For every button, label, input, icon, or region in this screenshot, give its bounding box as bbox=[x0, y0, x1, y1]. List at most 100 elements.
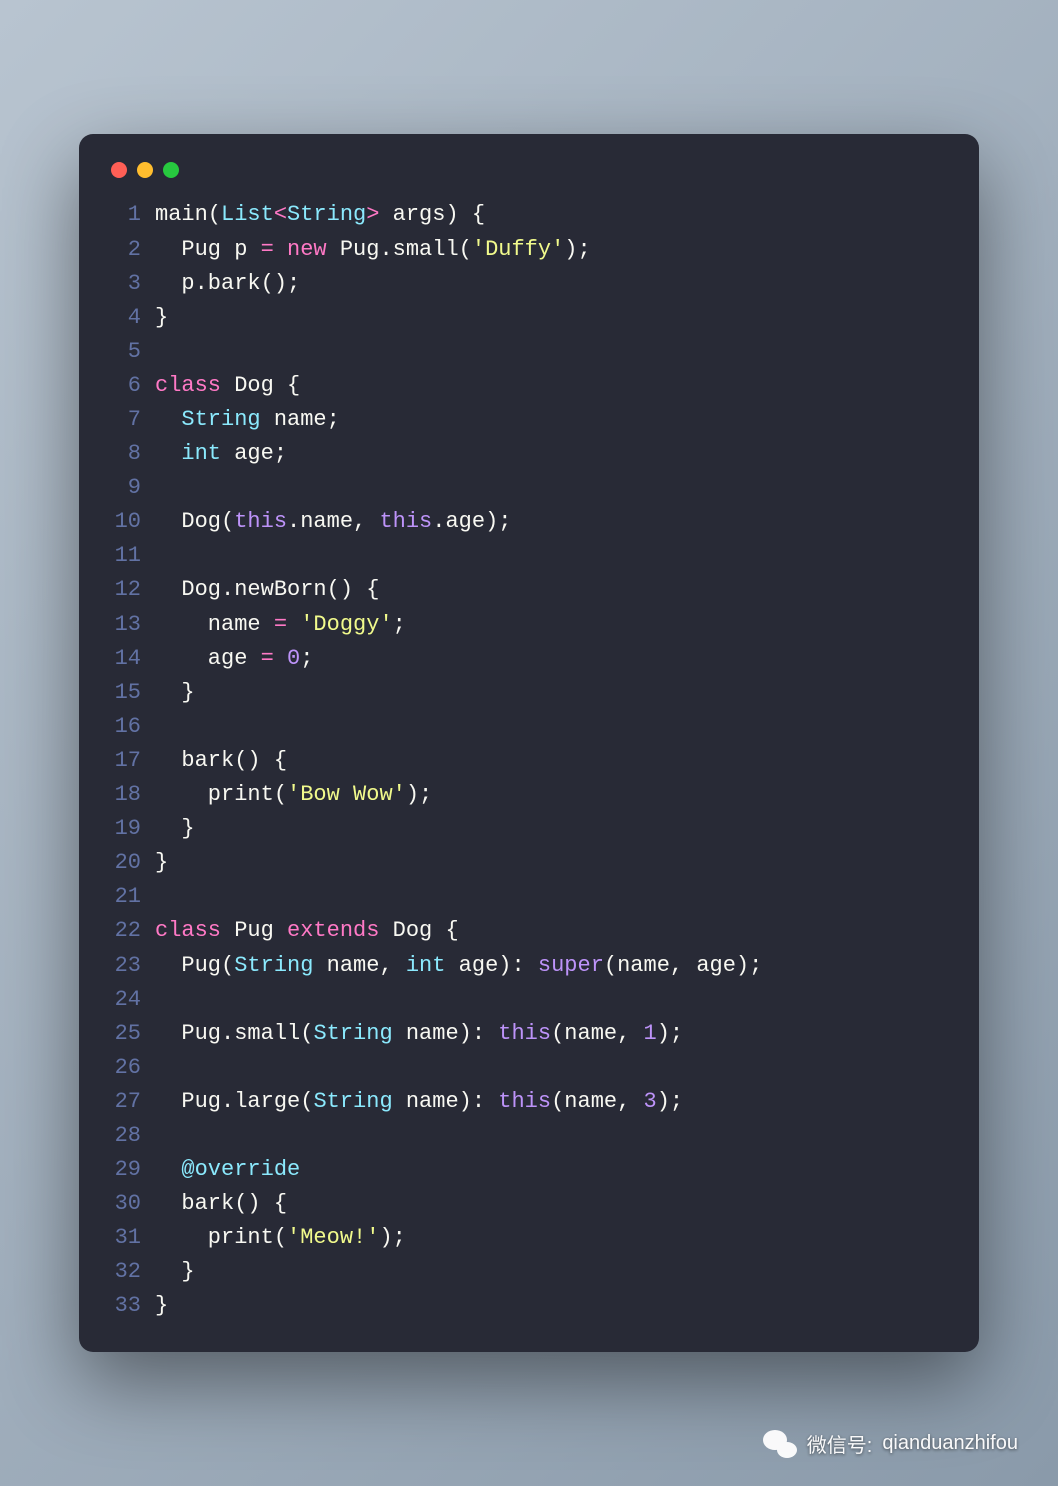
code-window: 1main(List<String> args) {2 Pug p = new … bbox=[79, 134, 979, 1351]
line-number: 5 bbox=[107, 335, 155, 369]
code-line[interactable]: 33} bbox=[107, 1289, 951, 1323]
line-number: 31 bbox=[107, 1221, 155, 1255]
code-line[interactable]: 20} bbox=[107, 846, 951, 880]
watermark-label: 微信号: bbox=[807, 1429, 873, 1458]
line-content: bark() { bbox=[155, 1187, 287, 1221]
line-number: 17 bbox=[107, 744, 155, 778]
line-number: 2 bbox=[107, 233, 155, 267]
line-number: 12 bbox=[107, 573, 155, 607]
line-number: 30 bbox=[107, 1187, 155, 1221]
line-content: Pug.small(String name): this(name, 1); bbox=[155, 1017, 683, 1051]
line-content: Pug p = new Pug.small('Duffy'); bbox=[155, 233, 591, 267]
code-line[interactable]: 7 String name; bbox=[107, 403, 951, 437]
line-content: main(List<String> args) { bbox=[155, 198, 485, 232]
code-line[interactable]: 19 } bbox=[107, 812, 951, 846]
line-number: 3 bbox=[107, 267, 155, 301]
code-line[interactable]: 32 } bbox=[107, 1255, 951, 1289]
line-content: age = 0; bbox=[155, 642, 313, 676]
code-line[interactable]: 2 Pug p = new Pug.small('Duffy'); bbox=[107, 233, 951, 267]
code-line[interactable]: 30 bark() { bbox=[107, 1187, 951, 1221]
code-line[interactable]: 3 p.bark(); bbox=[107, 267, 951, 301]
code-line[interactable]: 10 Dog(this.name, this.age); bbox=[107, 505, 951, 539]
code-line[interactable]: 11 bbox=[107, 539, 951, 573]
code-line[interactable]: 13 name = 'Doggy'; bbox=[107, 608, 951, 642]
line-content: @override bbox=[155, 1153, 300, 1187]
line-number: 28 bbox=[107, 1119, 155, 1153]
line-number: 24 bbox=[107, 983, 155, 1017]
code-line[interactable]: 17 bark() { bbox=[107, 744, 951, 778]
line-number: 14 bbox=[107, 642, 155, 676]
line-number: 26 bbox=[107, 1051, 155, 1085]
line-number: 25 bbox=[107, 1017, 155, 1051]
code-line[interactable]: 31 print('Meow!'); bbox=[107, 1221, 951, 1255]
code-line[interactable]: 14 age = 0; bbox=[107, 642, 951, 676]
code-line[interactable]: 27 Pug.large(String name): this(name, 3)… bbox=[107, 1085, 951, 1119]
maximize-icon[interactable] bbox=[163, 162, 179, 178]
line-content: int age; bbox=[155, 437, 287, 471]
code-line[interactable]: 18 print('Bow Wow'); bbox=[107, 778, 951, 812]
window-titlebar bbox=[107, 156, 951, 198]
code-line[interactable]: 22class Pug extends Dog { bbox=[107, 914, 951, 948]
line-number: 33 bbox=[107, 1289, 155, 1323]
code-line[interactable]: 4} bbox=[107, 301, 951, 335]
code-line[interactable]: 1main(List<String> args) { bbox=[107, 198, 951, 232]
line-content: print('Bow Wow'); bbox=[155, 778, 432, 812]
line-number: 16 bbox=[107, 710, 155, 744]
code-line[interactable]: 8 int age; bbox=[107, 437, 951, 471]
line-number: 11 bbox=[107, 539, 155, 573]
line-number: 27 bbox=[107, 1085, 155, 1119]
line-number: 1 bbox=[107, 198, 155, 232]
line-number: 29 bbox=[107, 1153, 155, 1187]
line-number: 10 bbox=[107, 505, 155, 539]
line-number: 21 bbox=[107, 880, 155, 914]
line-number: 6 bbox=[107, 369, 155, 403]
line-content: Dog(this.name, this.age); bbox=[155, 505, 511, 539]
line-number: 19 bbox=[107, 812, 155, 846]
watermark-id: qianduanzhifou bbox=[882, 1432, 1018, 1455]
code-editor[interactable]: 1main(List<String> args) {2 Pug p = new … bbox=[107, 198, 951, 1323]
line-content: Dog.newBorn() { bbox=[155, 573, 379, 607]
line-number: 8 bbox=[107, 437, 155, 471]
wechat-icon bbox=[763, 1430, 797, 1458]
line-content: class Dog { bbox=[155, 369, 300, 403]
line-content: p.bark(); bbox=[155, 267, 300, 301]
line-number: 13 bbox=[107, 608, 155, 642]
line-number: 7 bbox=[107, 403, 155, 437]
line-number: 23 bbox=[107, 949, 155, 983]
code-line[interactable]: 15 } bbox=[107, 676, 951, 710]
line-content: bark() { bbox=[155, 744, 287, 778]
code-line[interactable]: 16 bbox=[107, 710, 951, 744]
line-content: Pug.large(String name): this(name, 3); bbox=[155, 1085, 683, 1119]
line-content: } bbox=[155, 676, 195, 710]
line-content: name = 'Doggy'; bbox=[155, 608, 406, 642]
code-line[interactable]: 21 bbox=[107, 880, 951, 914]
line-number: 15 bbox=[107, 676, 155, 710]
minimize-icon[interactable] bbox=[137, 162, 153, 178]
line-number: 22 bbox=[107, 914, 155, 948]
code-line[interactable]: 28 bbox=[107, 1119, 951, 1153]
code-line[interactable]: 12 Dog.newBorn() { bbox=[107, 573, 951, 607]
line-content: print('Meow!'); bbox=[155, 1221, 406, 1255]
line-content: } bbox=[155, 1289, 168, 1323]
code-line[interactable]: 25 Pug.small(String name): this(name, 1)… bbox=[107, 1017, 951, 1051]
code-line[interactable]: 5 bbox=[107, 335, 951, 369]
line-number: 18 bbox=[107, 778, 155, 812]
line-content: } bbox=[155, 846, 168, 880]
watermark: 微信号: qianduanzhifou bbox=[763, 1429, 1018, 1458]
line-content: Pug(String name, int age): super(name, a… bbox=[155, 949, 762, 983]
line-content: class Pug extends Dog { bbox=[155, 914, 459, 948]
line-number: 9 bbox=[107, 471, 155, 505]
code-line[interactable]: 6class Dog { bbox=[107, 369, 951, 403]
line-number: 20 bbox=[107, 846, 155, 880]
line-content: } bbox=[155, 301, 168, 335]
line-number: 4 bbox=[107, 301, 155, 335]
code-line[interactable]: 29 @override bbox=[107, 1153, 951, 1187]
code-line[interactable]: 24 bbox=[107, 983, 951, 1017]
code-line[interactable]: 23 Pug(String name, int age): super(name… bbox=[107, 949, 951, 983]
line-content: String name; bbox=[155, 403, 340, 437]
line-content: } bbox=[155, 812, 195, 846]
code-line[interactable]: 9 bbox=[107, 471, 951, 505]
code-line[interactable]: 26 bbox=[107, 1051, 951, 1085]
close-icon[interactable] bbox=[111, 162, 127, 178]
line-number: 32 bbox=[107, 1255, 155, 1289]
